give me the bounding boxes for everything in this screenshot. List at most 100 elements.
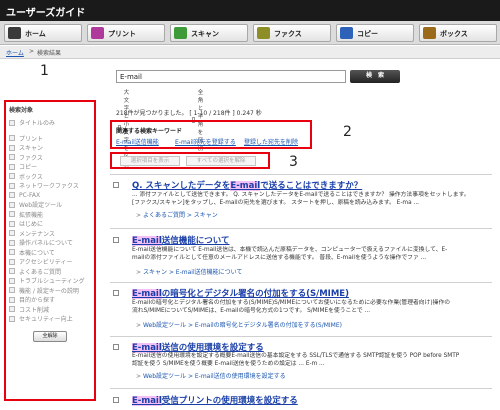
nav-print-button[interactable]: プリント [87, 24, 165, 42]
callout-number-2: 2 [343, 124, 352, 140]
result-snippet: mailの添付ファイルとして任意のメールアドレスに送信する機能です。 普段、E-… [132, 255, 427, 261]
result-checkbox[interactable] [113, 344, 119, 350]
sidebar-item[interactable]: 目的から探す [9, 295, 91, 305]
sidebar-checkbox[interactable] [9, 182, 15, 189]
related-keyword-link[interactable]: E-mail送信機能 [116, 137, 159, 146]
result-title-text: で送ることはできますか？ [260, 181, 363, 191]
sidebar-item-label: 機能 / 設定キーの説明 [19, 287, 79, 295]
main-navbar: ホーム プリント スキャン ファクス コピー ボックス [0, 21, 500, 45]
sidebar-checkbox[interactable] [9, 239, 15, 246]
nav-copy-button[interactable]: コピー [336, 24, 414, 42]
sidebar-checkbox[interactable] [9, 220, 15, 227]
sidebar-checkbox[interactable] [9, 119, 15, 126]
divider [110, 228, 492, 229]
sidebar-item[interactable]: ネットワークファクス [9, 181, 91, 191]
sidebar-item[interactable]: よくあるご質問 [9, 267, 91, 277]
sidebar-item[interactable]: セキュリティー向上 [9, 314, 91, 324]
sidebar-checkbox[interactable] [9, 173, 15, 180]
sidebar-checkbox[interactable] [9, 258, 15, 265]
sidebar-item[interactable]: 機能 / 設定キーの説明 [9, 286, 91, 296]
nav-copy-label: コピー [357, 30, 378, 38]
sidebar-checkbox[interactable] [9, 211, 15, 218]
sidebar-checkbox[interactable] [9, 230, 15, 237]
sidebar-item[interactable]: Web設定ツール [9, 200, 91, 210]
result-snippet: 流れS/MIMEについてS/MIMEは、E-mailの暗号化方式の1つです。 S… [132, 308, 371, 314]
result-title-link[interactable]: E-mail送信機能について [132, 234, 230, 246]
result-breadcrumb-link[interactable]: Web設定ツール [143, 322, 186, 329]
sidebar-item[interactable]: プリント [9, 134, 91, 144]
sidebar-item[interactable]: トラブルシューティング [9, 276, 91, 286]
related-keyword-link[interactable]: 登録した宛先を削除 [244, 137, 298, 146]
result-snippet: 認証を使う S/MIMEを使う概要 E-mail送信を使うための設定は ... … [132, 361, 325, 367]
search-input[interactable]: E-mail [116, 70, 346, 83]
clear-selection-button[interactable]: すべての選択を解除 [186, 156, 256, 166]
result-title-link[interactable]: E-mail受信プリントの使用環境を設定する [132, 394, 298, 406]
result-title-link[interactable]: Q. スキャンしたデータをE-mailで送ることはできますか？ [132, 179, 362, 191]
sidebar-item[interactable]: スキャン [9, 143, 91, 153]
sidebar-checkbox[interactable] [9, 315, 15, 322]
sidebar-checkbox[interactable] [9, 306, 15, 313]
breadcrumb-home-link[interactable]: ホーム [6, 48, 24, 57]
sidebar-item[interactable]: アクセシビリティー [9, 257, 91, 267]
sidebar-checkbox[interactable] [9, 192, 15, 199]
sidebar-item-label: コスト削減 [19, 306, 50, 314]
search-result: Q. スキャンしたデータをE-mailで送ることはできますか？ ... 添付ファ… [113, 179, 495, 231]
sidebar-item[interactable]: はじめに [9, 219, 91, 229]
result-breadcrumb-link[interactable]: よくあるご質問 [143, 212, 185, 219]
search-result: E-mail受信プリントの使用環境を設定する [113, 394, 495, 408]
sidebar-checkbox[interactable] [9, 277, 15, 284]
result-title-highlight: E-mail [230, 181, 261, 191]
nav-box-button[interactable]: ボックス [419, 24, 497, 42]
divider [110, 282, 492, 283]
sidebar-checkbox[interactable] [9, 201, 15, 208]
sidebar-item[interactable]: コピー [9, 162, 91, 172]
related-keywords-box: 関連する検索キーワード E-mail送信機能 E-mail宛先を登録する 登録し… [110, 120, 312, 149]
nav-home-button[interactable]: ホーム [4, 24, 82, 42]
result-breadcrumb-rest: > スキャン [184, 212, 218, 219]
sidebar-item-label: ファクス [19, 154, 43, 162]
result-checkbox[interactable] [113, 290, 119, 296]
clear-all-button[interactable]: 全解除 [33, 330, 67, 342]
sidebar-item[interactable]: コスト削減 [9, 305, 91, 315]
sidebar-checkbox[interactable] [9, 296, 15, 303]
sidebar-checkbox[interactable] [9, 268, 15, 275]
sidebar-item[interactable]: メンテナンス [9, 229, 91, 239]
box-icon [423, 27, 436, 39]
sidebar-item-label: アクセシビリティー [19, 259, 73, 267]
sidebar-checkbox[interactable] [9, 287, 15, 294]
nav-fax-button[interactable]: ファクス [253, 24, 331, 42]
related-keyword-link[interactable]: E-mail宛先を登録する [175, 137, 236, 146]
sidebar-item-label: よくあるご質問 [19, 268, 62, 276]
sidebar-item-title-only[interactable]: タイトルのみ [9, 118, 91, 128]
result-checkbox[interactable] [113, 397, 119, 403]
result-breadcrumb: > Web設定ツール > E-mail送信の使用環境を設定する [136, 373, 286, 380]
related-keywords-title: 関連する検索キーワード [116, 128, 183, 135]
sidebar-checkbox[interactable] [9, 144, 15, 151]
sidebar-checkbox[interactable] [9, 154, 15, 161]
sidebar-item-label: トラブルシューティング [19, 278, 85, 286]
show-selected-button[interactable]: 選択項目を表示 [120, 156, 180, 166]
search-button[interactable]: 検 索 [350, 70, 400, 83]
sidebar-item[interactable]: 本機について [9, 248, 91, 258]
sidebar-checkbox[interactable] [9, 163, 15, 170]
search-result: E-mail送信の使用環境を設定する E-mail送信の使用環境を設定する概要E… [113, 341, 495, 387]
result-checkbox[interactable] [113, 237, 119, 243]
result-title-link[interactable]: E-mailの暗号化とデジタル署名の付加をする(S/MIME) [132, 287, 349, 299]
sidebar-item[interactable]: PC-FAX [9, 191, 91, 201]
sidebar-item[interactable]: 拡張機能 [9, 210, 91, 220]
sidebar-item[interactable]: ボックス [9, 172, 91, 182]
result-breadcrumb-link[interactable]: スキャン [143, 269, 167, 276]
result-checkbox[interactable] [113, 182, 119, 188]
sidebar-checkbox[interactable] [9, 135, 15, 142]
sidebar-checkbox[interactable] [9, 249, 15, 256]
divider [110, 336, 492, 337]
result-breadcrumb-link[interactable]: Web設定ツール [143, 373, 186, 380]
sidebar-item[interactable]: ファクス [9, 153, 91, 163]
result-breadcrumb: > Web設定ツール > E-mailの暗号化とデジタル署名の付加をする(S/M… [136, 322, 342, 329]
result-breadcrumb-rest: > E-mail送信の使用環境を設定する [186, 373, 286, 380]
sidebar-item[interactable]: 操作パネルについて [9, 238, 91, 248]
search-result: E-mail送信機能について E-mail送信機能について E-mail送信は、… [113, 234, 495, 280]
sidebar-item-label: プリント [19, 135, 44, 143]
nav-scan-button[interactable]: スキャン [170, 24, 248, 42]
nav-box-label: ボックス [440, 30, 468, 38]
